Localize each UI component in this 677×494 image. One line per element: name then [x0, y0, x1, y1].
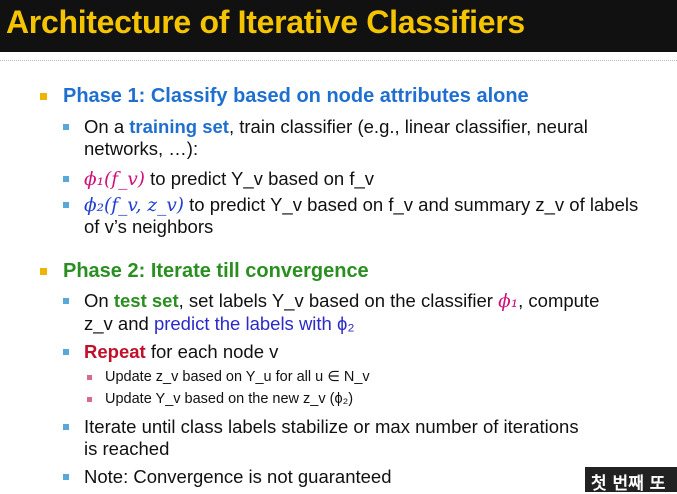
- phase2-item1-pre: On: [84, 290, 114, 311]
- phase1-item3-text: to predict Y_v based on f_v and summary …: [184, 194, 639, 215]
- phase1-item3: ϕ₂(f_v, z_v) to predict Y_v based on f_v…: [84, 194, 638, 217]
- phi2-expression: ϕ₂(f_v, z_v): [84, 195, 185, 216]
- phase1-item2: ϕ₁(f_v) to predict Y_v based on f_v: [84, 168, 374, 191]
- phase2-item1-cont: z_v and predict the labels with ϕ₂: [84, 313, 355, 335]
- phi1-symbol: ϕ₁: [498, 291, 519, 312]
- phase1-bullet: [40, 93, 47, 100]
- phase2-heading: Phase 2: Iterate till convergence: [63, 260, 369, 282]
- caption-overlay: 첫 번째 또: [585, 467, 677, 494]
- phase1-item1: On a training set, train classifier (e.g…: [84, 116, 588, 138]
- phase2-item1-post: , set labels Y_v based on the classifier: [178, 290, 499, 311]
- phi1-expression: ϕ₁(f_v): [84, 169, 146, 190]
- caption-overlay-text: 첫 번째 또: [591, 474, 666, 494]
- phase1-item1-bullet: [63, 124, 69, 130]
- phase2-sub1: Update z_v based on Y_u for all u ∈ N_v: [105, 369, 370, 385]
- sub1-bullet: [87, 375, 92, 380]
- phase2-bullet: [40, 268, 47, 275]
- title-divider: [0, 60, 677, 61]
- sub2-bullet: [87, 397, 92, 402]
- test-set-term: test set: [113, 290, 179, 311]
- phase1-item3-bullet: [63, 202, 69, 208]
- phase2-item1-cont-pre: z_v and: [84, 313, 154, 334]
- phase1-item3-cont: of v’s neighbors: [84, 216, 214, 237]
- slide-title: Architecture of Iterative Classifiers: [6, 4, 525, 40]
- phase2-item4: Note: Convergence is not guaranteed: [84, 466, 392, 487]
- phase1-item1-cont: networks, …):: [84, 138, 199, 159]
- phase1-item2-text: to predict Y_v based on f_v: [145, 168, 375, 189]
- phase1-item1-post: , train classifier (e.g., linear classif…: [228, 116, 588, 137]
- phase2-sub2: Update Y_v based on the new z_v (ϕ₂): [105, 391, 354, 407]
- phase1-item2-bullet: [63, 176, 69, 182]
- phase1-heading: Phase 1: Classify based on node attribut…: [63, 85, 529, 107]
- phase2-item2-bullet: [63, 349, 69, 355]
- predict-labels-phrase: predict the labels with ϕ₂: [153, 313, 355, 334]
- phase2-item3-bullet: [63, 424, 69, 430]
- phase2-item4-bullet: [63, 474, 69, 480]
- phase2-item2-text: for each node v: [145, 341, 279, 362]
- phase2-item1-bullet: [63, 298, 69, 304]
- phase2-item1-post2: , compute: [518, 290, 600, 311]
- phase2-item3: Iterate until class labels stabilize or …: [84, 416, 579, 437]
- phase2-item1: On test set, set labels Y_v based on the…: [84, 290, 599, 313]
- repeat-keyword: Repeat: [84, 341, 146, 362]
- phase2-item3-cont: is reached: [84, 438, 170, 459]
- training-set-term: training set: [129, 116, 229, 137]
- phase2-item2: Repeat for each node v: [84, 341, 278, 363]
- phase1-item1-pre: On a: [84, 116, 130, 137]
